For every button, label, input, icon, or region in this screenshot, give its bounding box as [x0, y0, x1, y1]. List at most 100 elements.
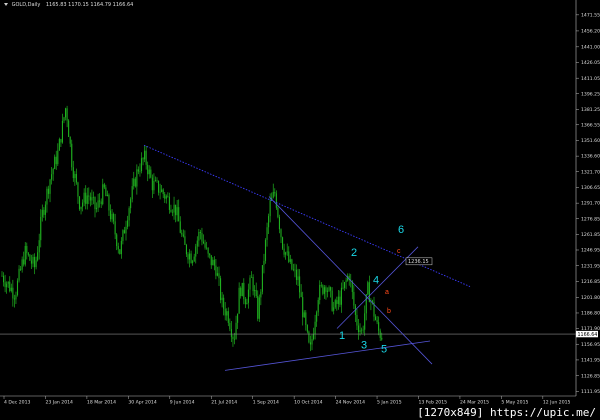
candle-body	[4, 282, 6, 288]
candle-body	[305, 312, 307, 326]
candle-body	[345, 280, 347, 283]
candle-body	[303, 312, 305, 318]
candle-body	[159, 191, 161, 193]
candle-body	[300, 292, 302, 298]
candle-body	[20, 268, 22, 270]
sub-wave-label: c	[397, 248, 401, 255]
candle-body	[375, 316, 377, 321]
candle-body	[15, 295, 17, 300]
wave-label: 4	[373, 274, 379, 286]
candle-body	[378, 322, 380, 331]
candle-body	[313, 333, 315, 340]
candle-body	[153, 180, 155, 191]
candle-body	[359, 330, 361, 333]
candle-body	[106, 194, 108, 197]
candle-body	[342, 287, 344, 289]
sub-wave-label: b	[387, 308, 391, 315]
candle-body	[116, 234, 118, 247]
candle-body	[195, 246, 197, 257]
candle-body	[18, 268, 20, 281]
candle-body	[167, 196, 169, 197]
candle-body	[272, 191, 274, 198]
candle-body	[185, 244, 187, 255]
y-tick-label: 1426.05	[581, 60, 600, 66]
candle-body	[204, 243, 206, 248]
candle-body	[54, 156, 56, 169]
candle-body	[7, 281, 9, 284]
candle-body	[237, 313, 239, 323]
candle-body	[249, 277, 251, 290]
candle-body	[58, 139, 60, 151]
y-tick-label: 1141.95	[581, 358, 600, 364]
candle-body	[209, 253, 211, 256]
candle-body	[86, 195, 88, 204]
candle-body	[75, 173, 77, 183]
candle-body	[255, 290, 257, 297]
candle-body	[216, 273, 218, 276]
candle-body	[261, 265, 263, 292]
candle-body	[309, 342, 311, 345]
candle-body	[13, 298, 15, 300]
candle-body	[65, 108, 67, 118]
candle-body	[198, 231, 200, 241]
candle-body	[47, 188, 50, 194]
candle-body	[170, 209, 172, 212]
candle-body	[52, 168, 54, 175]
candle-body	[29, 254, 31, 261]
candle-body	[193, 256, 195, 262]
candle-body	[96, 207, 98, 210]
candle-body	[162, 189, 164, 195]
candle-body	[131, 186, 133, 200]
candle-body	[114, 221, 116, 235]
candle-body	[30, 260, 32, 264]
candle-body	[339, 296, 341, 305]
candle-body	[306, 325, 308, 332]
candle-body	[268, 216, 270, 228]
candle-body	[150, 169, 152, 178]
candle-body	[247, 289, 249, 303]
candle-body	[94, 196, 96, 210]
wave-label: 1	[339, 330, 345, 342]
candle-body	[206, 247, 208, 249]
candle-body	[258, 297, 260, 319]
candle-body	[44, 204, 46, 215]
candle-body	[357, 325, 360, 333]
candle-body	[26, 245, 28, 254]
x-tick-label: 23 Jan 2014	[45, 400, 73, 406]
y-tick-label: 1261.85	[581, 232, 600, 238]
candle-body	[99, 200, 101, 202]
candle-body	[196, 240, 198, 247]
candle-body	[264, 239, 267, 261]
candle-body	[154, 180, 156, 181]
candle-body	[108, 194, 110, 211]
candle-body	[82, 202, 84, 207]
candle-body	[40, 216, 42, 241]
candle-body	[362, 329, 364, 331]
x-tick-label: 30 Apr 2014	[128, 400, 156, 406]
candle-body	[78, 196, 81, 210]
candle-body	[220, 278, 222, 301]
candle-body	[311, 339, 313, 345]
candle-body	[9, 281, 11, 292]
candle-body	[140, 158, 143, 172]
candle-body	[317, 300, 319, 313]
candle-body	[61, 120, 63, 143]
candle-body	[27, 253, 29, 255]
candle-body	[145, 150, 147, 165]
candle-body	[189, 253, 191, 260]
candle-body	[105, 187, 107, 197]
candle-body	[244, 299, 246, 305]
candle-body	[190, 253, 192, 263]
candle-body	[74, 173, 76, 179]
candle-body	[139, 171, 141, 172]
x-tick-label: 10 Oct 2014	[294, 400, 322, 406]
candle-body	[297, 276, 299, 280]
wave-label: 5	[381, 344, 387, 356]
candle-body	[210, 255, 212, 266]
y-tick-label: 1351.60	[581, 138, 600, 144]
y-tick-label: 1456.20	[581, 29, 600, 35]
candle-body	[173, 204, 175, 213]
y-tick-label: 1396.25	[581, 91, 600, 97]
candle-body	[215, 265, 217, 276]
x-tick-label: 5 Jan 2015	[377, 400, 402, 406]
